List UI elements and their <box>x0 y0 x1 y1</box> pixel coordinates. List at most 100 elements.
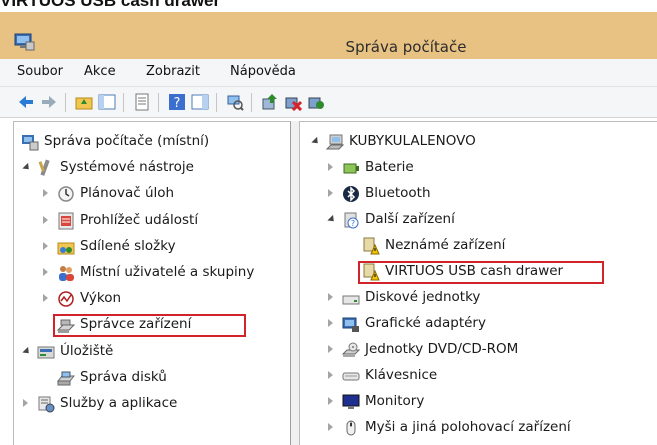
show-console-tree-icon[interactable] <box>191 93 209 111</box>
expand-arrow-icon[interactable] <box>328 397 333 405</box>
menu-item-file[interactable]: Soubor <box>17 64 63 79</box>
expand-arrow-icon[interactable] <box>328 423 333 431</box>
computer-icon <box>326 134 344 150</box>
expand-arrow-icon[interactable] <box>43 189 48 198</box>
menu-bar: Soubor Akce Zobrazit Nápověda <box>0 59 657 87</box>
performance-icon <box>58 291 74 307</box>
window-title: Správa počítače <box>345 38 467 56</box>
left-tree-item-label: Plánovač úloh <box>80 185 175 202</box>
left-tree-item-label: Místní uživatelé a skupiny <box>80 264 255 280</box>
menu-item-view[interactable]: Zobrazit <box>146 64 200 79</box>
right-tree-item[interactable]: KUBYKULALENOVO <box>300 130 657 154</box>
collapse-arrow-icon[interactable] <box>327 214 337 225</box>
right-tree-item[interactable]: Jednotky DVD/CD-ROM <box>300 338 657 362</box>
expand-arrow-icon[interactable] <box>43 215 48 224</box>
right-tree-item-label: Myši a jiná polohovací zařízení <box>365 419 571 435</box>
warning-device-icon <box>363 237 380 255</box>
up-folder-icon[interactable] <box>75 93 93 111</box>
left-tree-item[interactable]: Úložiště <box>14 340 290 364</box>
forward-arrow-icon[interactable] <box>40 93 58 111</box>
right-tree-item[interactable]: Diskové jednotky <box>300 286 657 310</box>
display-adapter-icon <box>342 317 359 332</box>
drive-icon <box>342 295 360 305</box>
disk-icon <box>57 371 75 386</box>
right-tree-item[interactable]: VIRTUOS USB cash drawer <box>300 260 657 284</box>
expand-arrow-icon[interactable] <box>43 241 48 250</box>
title-bar[interactable]: Správa počítače <box>0 12 657 59</box>
expand-arrow-icon[interactable] <box>43 268 48 276</box>
right-tree-item[interactable]: Baterie <box>300 156 657 180</box>
properties-icon[interactable] <box>133 93 151 111</box>
right-tree-item-label: Monitory <box>365 393 425 409</box>
help-icon[interactable]: ? <box>168 93 186 111</box>
left-tree-item-label: Správa počítače (místní) <box>44 133 210 149</box>
toolbar-separator <box>65 93 66 112</box>
expand-arrow-icon[interactable] <box>328 345 333 353</box>
left-tree-item[interactable]: Plánovač úloh <box>14 182 290 206</box>
right-tree-item-label: Další zařízení <box>365 211 455 227</box>
toolbar-separator <box>251 93 252 112</box>
expand-arrow-icon[interactable] <box>328 163 333 171</box>
left-tree-item-label: Systémové nástroje <box>60 159 194 176</box>
left-tree-item[interactable]: Místní uživatelé a skupiny <box>14 261 290 285</box>
right-tree-item-label: Klávesnice <box>365 367 438 383</box>
right-tree-item[interactable]: Grafické adaptéry <box>300 312 657 336</box>
right-tree-item[interactable]: Neznámé zařízení <box>300 234 657 258</box>
right-tree-item[interactable]: Bluetooth <box>300 182 657 206</box>
expand-arrow-icon[interactable] <box>328 293 333 301</box>
right-tree-item[interactable]: Monitory <box>300 390 657 414</box>
expand-arrow-icon[interactable] <box>43 294 48 303</box>
left-tree-item[interactable]: Správa počítače (místní) <box>14 130 290 154</box>
collapse-arrow-icon[interactable] <box>22 346 32 356</box>
services-icon <box>38 396 55 413</box>
left-tree-item[interactable]: Správa disků <box>14 366 290 390</box>
svg-text:?: ? <box>174 96 181 111</box>
left-tree-item[interactable]: Prohlížeč událostí <box>14 209 290 233</box>
left-tree-item-label: Služby a aplikace <box>60 395 178 411</box>
right-tree-item-label: Jednotky DVD/CD-ROM <box>365 341 519 357</box>
right-tree-item-label: KUBYKULALENOVO <box>349 133 476 149</box>
shared-folder-icon <box>57 242 75 255</box>
right-tree-item-label: Diskové jednotky <box>365 289 481 305</box>
right-tree-item-label: Grafické adaptéry <box>365 315 486 331</box>
bluetooth-icon <box>343 186 359 202</box>
left-tree-item-label: Správa disků <box>80 368 167 385</box>
left-tree-item[interactable]: Správce zařízení <box>14 313 290 338</box>
collapse-arrow-icon[interactable] <box>311 136 321 147</box>
right-tree-item[interactable]: Myši a jiná polohovací zařízení <box>300 416 657 440</box>
expand-arrow-icon[interactable] <box>328 189 333 197</box>
menu-item-action[interactable]: Akce <box>84 64 116 79</box>
keyboard-icon <box>342 372 360 381</box>
left-tree-item-label: Sdílené složky <box>80 237 176 254</box>
enable-device-icon[interactable] <box>307 93 325 111</box>
left-tree-item[interactable]: Služby a aplikace <box>14 392 290 416</box>
right-tree-item-label: Baterie <box>365 159 414 175</box>
right-tree-item[interactable]: Klávesnice <box>300 364 657 388</box>
disable-device-icon[interactable] <box>284 93 302 111</box>
update-driver-icon[interactable] <box>261 93 279 111</box>
device-tree-pane[interactable]: KUBYKULALENOVO Baterie Bluetooth? Další zař… <box>299 121 657 445</box>
pane-splitter[interactable] <box>291 121 299 445</box>
left-tree-item[interactable]: Sdílené složky <box>14 235 290 259</box>
console-tree-pane[interactable]: Správa počítače (místní) Systémové nástro… <box>13 121 291 445</box>
right-tree-item-label: Neznámé zařízení <box>385 237 506 253</box>
clock-icon <box>58 186 74 203</box>
left-tree-item-label: Úložiště <box>60 342 114 359</box>
dvd-icon <box>342 342 360 357</box>
expand-arrow-icon[interactable] <box>23 399 28 407</box>
expand-arrow-icon[interactable] <box>328 319 333 327</box>
left-tree-item[interactable]: Systémové nástroje <box>14 156 290 180</box>
toolbar-separator <box>158 93 159 112</box>
right-tree-item[interactable]: ? Další zařízení <box>300 208 657 232</box>
left-tree-item-label: Výkon <box>80 290 122 307</box>
users-icon <box>59 266 74 281</box>
collapse-arrow-icon[interactable] <box>22 163 32 173</box>
left-tree-item-label: Prohlížeč událostí <box>80 211 199 228</box>
expand-arrow-icon[interactable] <box>328 371 333 379</box>
show-hide-tree-icon[interactable] <box>98 93 116 111</box>
mouse-icon <box>346 420 356 436</box>
menu-item-help[interactable]: Nápověda <box>230 64 296 79</box>
left-tree-item[interactable]: Výkon <box>14 287 290 311</box>
scan-hardware-icon[interactable] <box>226 93 244 111</box>
back-arrow-icon[interactable] <box>17 93 35 111</box>
